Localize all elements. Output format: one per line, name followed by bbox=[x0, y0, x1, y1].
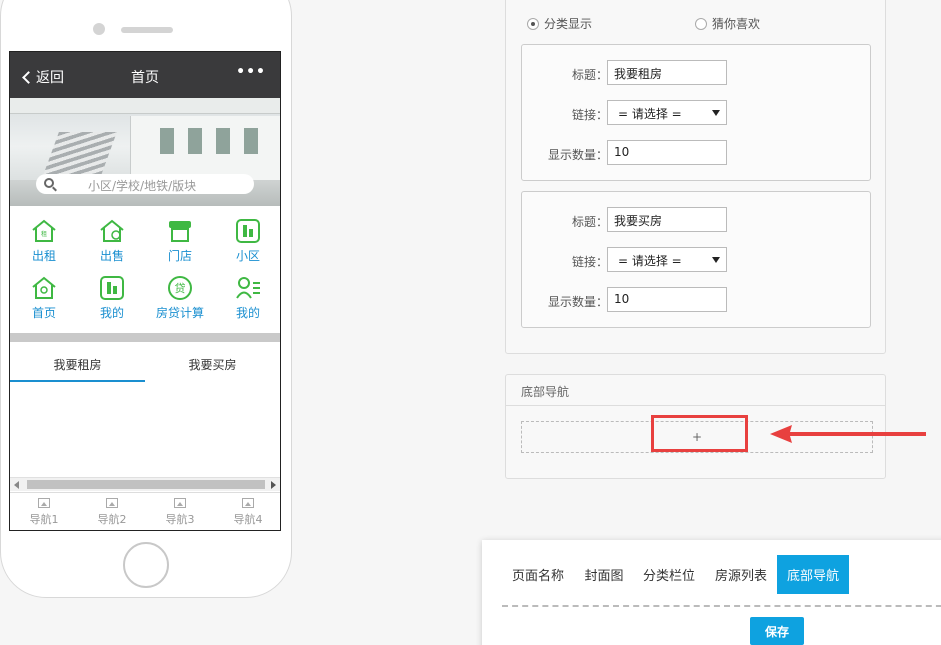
radio-button[interactable] bbox=[695, 17, 707, 30]
panel-title: 底部导航 bbox=[506, 375, 885, 406]
search-placeholder: 小区/学校/地铁/版块 bbox=[88, 179, 197, 193]
sale-house-icon bbox=[100, 219, 124, 242]
rent-house-icon: 租 bbox=[32, 219, 56, 242]
title-input[interactable]: 我要租房 bbox=[607, 60, 727, 85]
horizontal-scrollbar[interactable] bbox=[10, 477, 280, 491]
more-icon[interactable]: ••• bbox=[236, 64, 266, 80]
radio-guess-you-like[interactable]: 猜你喜欢 bbox=[695, 15, 760, 32]
category-group-1: 标题： 我要租房 链接： = 请选择 = 显示数量： 10 bbox=[521, 44, 871, 181]
svg-text:贷: 贷 bbox=[175, 281, 186, 295]
user-list-icon bbox=[236, 277, 260, 299]
grid-item-mine-2[interactable]: 我的 bbox=[214, 275, 280, 321]
grid-item-rent[interactable]: 租 出租 bbox=[10, 218, 78, 264]
search-input[interactable]: 小区/学校/地铁/版块 bbox=[36, 174, 254, 194]
phone-screen: 返回 首页 ••• 小区/学校/地铁/版块 租 出租 出售 门店 小区 首页 我… bbox=[9, 51, 281, 531]
image-icon bbox=[174, 498, 186, 508]
building-icon bbox=[100, 276, 124, 300]
bottom-nav-item-3[interactable]: 导航3 bbox=[146, 498, 214, 527]
count-input[interactable]: 10 bbox=[607, 140, 727, 165]
divider bbox=[502, 605, 941, 607]
tab-rent[interactable]: 我要租房 bbox=[10, 356, 145, 373]
camera-icon bbox=[93, 23, 105, 35]
section-divider bbox=[10, 333, 280, 342]
link-select[interactable]: = 请选择 = bbox=[607, 100, 727, 125]
bottom-nav-item-4[interactable]: 导航4 bbox=[214, 498, 280, 527]
caret-down-icon bbox=[712, 257, 720, 263]
link-select-value: = 请选择 = bbox=[618, 107, 682, 121]
annotation-highlight-box bbox=[651, 415, 748, 452]
category-group-2: 标题： 我要买房 链接： = 请选择 = 显示数量： 10 bbox=[521, 191, 871, 328]
grid-item-sale[interactable]: 出售 bbox=[78, 218, 146, 264]
store-icon bbox=[169, 221, 191, 242]
count-label: 显示数量： bbox=[547, 295, 608, 309]
home-icon bbox=[32, 276, 56, 299]
link-label: 链接： bbox=[571, 108, 608, 122]
grid-item-mine[interactable]: 我的 bbox=[78, 275, 146, 321]
radio-button-checked[interactable] bbox=[527, 17, 539, 30]
search-icon bbox=[44, 178, 54, 188]
caret-down-icon bbox=[712, 110, 720, 116]
tab-listing[interactable]: 房源列表 bbox=[708, 555, 774, 594]
grid-item-community[interactable]: 小区 bbox=[214, 218, 280, 264]
home-button[interactable] bbox=[123, 542, 169, 588]
bottom-nav-item-1[interactable]: 导航1 bbox=[10, 498, 78, 527]
tab-buy[interactable]: 我要买房 bbox=[145, 356, 280, 373]
radio-category-display[interactable]: 分类显示 bbox=[527, 15, 592, 32]
title-input[interactable]: 我要买房 bbox=[607, 207, 727, 232]
radio-label: 分类显示 bbox=[544, 17, 593, 31]
count-input[interactable]: 10 bbox=[607, 287, 727, 312]
mobile-bottom-nav: 导航1 导航2 导航3 导航4 bbox=[10, 492, 280, 530]
mobile-header: 返回 首页 ••• bbox=[10, 52, 280, 98]
loan-icon: 贷 bbox=[168, 276, 192, 300]
svg-text:租: 租 bbox=[41, 230, 47, 238]
scrollbar-thumb[interactable] bbox=[27, 480, 265, 489]
link-select-value: = 请选择 = bbox=[618, 254, 682, 268]
title-label: 标题： bbox=[571, 215, 608, 229]
scroll-left-icon[interactable] bbox=[14, 481, 19, 489]
image-icon bbox=[242, 498, 254, 508]
active-tab-indicator bbox=[10, 380, 145, 382]
tab-page-name[interactable]: 页面名称 bbox=[502, 555, 574, 594]
tab-bottom-nav[interactable]: 底部导航 bbox=[777, 555, 849, 594]
link-select[interactable]: = 请选择 = bbox=[607, 247, 727, 272]
grid-item-store[interactable]: 门店 bbox=[146, 218, 214, 264]
speaker-grille bbox=[121, 27, 173, 33]
bottom-nav-item-2[interactable]: 导航2 bbox=[78, 498, 146, 527]
title-label: 标题： bbox=[571, 68, 608, 82]
annotation-arrow-icon bbox=[770, 425, 926, 443]
mobile-tabs: 我要租房 我要买房 bbox=[10, 350, 280, 382]
grid-item-home[interactable]: 首页 bbox=[10, 275, 78, 321]
scroll-right-icon[interactable] bbox=[271, 481, 276, 489]
editor-tab-card: 页面名称 封面图 分类栏位 房源列表 底部导航 保存 bbox=[482, 540, 941, 645]
tab-cover-image[interactable]: 封面图 bbox=[578, 555, 630, 594]
radio-label: 猜你喜欢 bbox=[712, 17, 761, 31]
building-icon bbox=[236, 219, 260, 243]
grid-item-loan[interactable]: 贷 房贷计算 bbox=[146, 275, 214, 321]
link-label: 链接： bbox=[571, 255, 608, 269]
count-label: 显示数量： bbox=[547, 148, 608, 162]
image-icon bbox=[38, 498, 50, 508]
image-icon bbox=[106, 498, 118, 508]
save-button[interactable]: 保存 bbox=[750, 617, 804, 645]
tab-category-slots[interactable]: 分类栏位 bbox=[636, 555, 702, 594]
